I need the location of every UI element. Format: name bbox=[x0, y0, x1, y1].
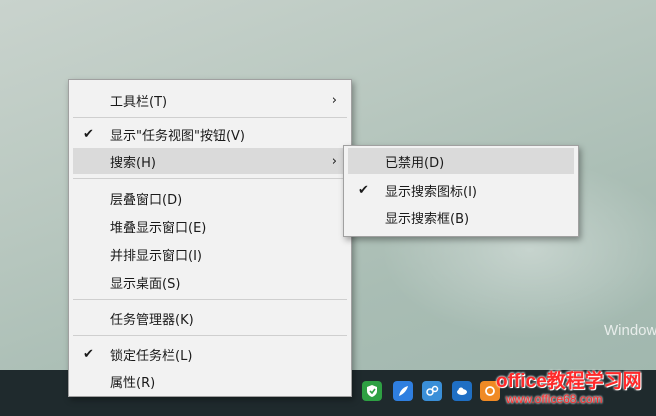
menu-item-task-manager[interactable]: 任务管理器(K) bbox=[73, 305, 347, 331]
network-icon[interactable] bbox=[422, 381, 442, 401]
menu-item-label: 堆叠显示窗口(E) bbox=[110, 220, 207, 236]
site-watermark-url: www.office68.com bbox=[506, 392, 603, 406]
menu-item-show-task-view[interactable]: ✔ 显示"任务视图"按钮(V) bbox=[73, 121, 347, 147]
menu-item-show-desktop[interactable]: 显示桌面(S) bbox=[73, 269, 347, 295]
menu-item-label: 层叠窗口(D) bbox=[110, 192, 183, 208]
menu-item-properties[interactable]: 属性(R) bbox=[73, 368, 347, 394]
submenu-item-show-search-box[interactable]: 显示搜索框(B) bbox=[348, 204, 574, 230]
menu-item-lock-taskbar[interactable]: ✔ 锁定任务栏(L) bbox=[73, 341, 347, 367]
chevron-right-icon: › bbox=[331, 153, 337, 169]
chevron-right-icon: › bbox=[331, 92, 337, 108]
menu-item-toolbars[interactable]: 工具栏(T) › bbox=[73, 87, 347, 113]
menu-separator bbox=[73, 178, 347, 179]
menu-item-label: 任务管理器(K) bbox=[110, 312, 194, 328]
menu-item-label: 已禁用(D) bbox=[385, 155, 445, 171]
menu-item-search[interactable]: 搜索(H) › bbox=[73, 148, 347, 174]
menu-item-label: 显示搜索框(B) bbox=[385, 211, 470, 227]
search-submenu: 已禁用(D) ✔ 显示搜索图标(I) 显示搜索框(B) bbox=[343, 145, 579, 237]
menu-item-label: 属性(R) bbox=[110, 375, 156, 391]
taskbar-context-menu: 工具栏(T) › ✔ 显示"任务视图"按钮(V) 搜索(H) › 层叠窗口(D)… bbox=[68, 79, 352, 397]
cloud-icon[interactable] bbox=[452, 381, 472, 401]
menu-separator bbox=[73, 117, 347, 118]
menu-item-stack-windows[interactable]: 堆叠显示窗口(E) bbox=[73, 213, 347, 239]
checkmark-icon: ✔ bbox=[83, 346, 94, 362]
menu-item-side-by-side[interactable]: 并排显示窗口(I) bbox=[73, 241, 347, 267]
menu-item-label: 并排显示窗口(I) bbox=[110, 248, 202, 264]
shield-icon[interactable] bbox=[362, 381, 382, 401]
menu-separator bbox=[73, 335, 347, 336]
menu-item-label: 显示桌面(S) bbox=[110, 276, 181, 292]
checkmark-icon: ✔ bbox=[83, 126, 94, 142]
menu-item-cascade-windows[interactable]: 层叠窗口(D) bbox=[73, 185, 347, 211]
windows-watermark: Window bbox=[604, 322, 656, 339]
submenu-item-disabled[interactable]: 已禁用(D) bbox=[348, 148, 574, 174]
menu-item-label: 搜索(H) bbox=[110, 155, 156, 171]
menu-item-label: 显示"任务视图"按钮(V) bbox=[110, 128, 245, 144]
checkmark-icon: ✔ bbox=[358, 182, 369, 198]
menu-item-label: 锁定任务栏(L) bbox=[110, 348, 193, 364]
menu-separator bbox=[73, 299, 347, 300]
menu-item-label: 工具栏(T) bbox=[110, 94, 168, 110]
menu-item-label: 显示搜索图标(I) bbox=[385, 184, 477, 200]
site-watermark-name: office教程学习网 bbox=[496, 371, 642, 392]
feather-icon[interactable] bbox=[393, 381, 413, 401]
submenu-item-show-search-icon[interactable]: ✔ 显示搜索图标(I) bbox=[348, 177, 574, 203]
